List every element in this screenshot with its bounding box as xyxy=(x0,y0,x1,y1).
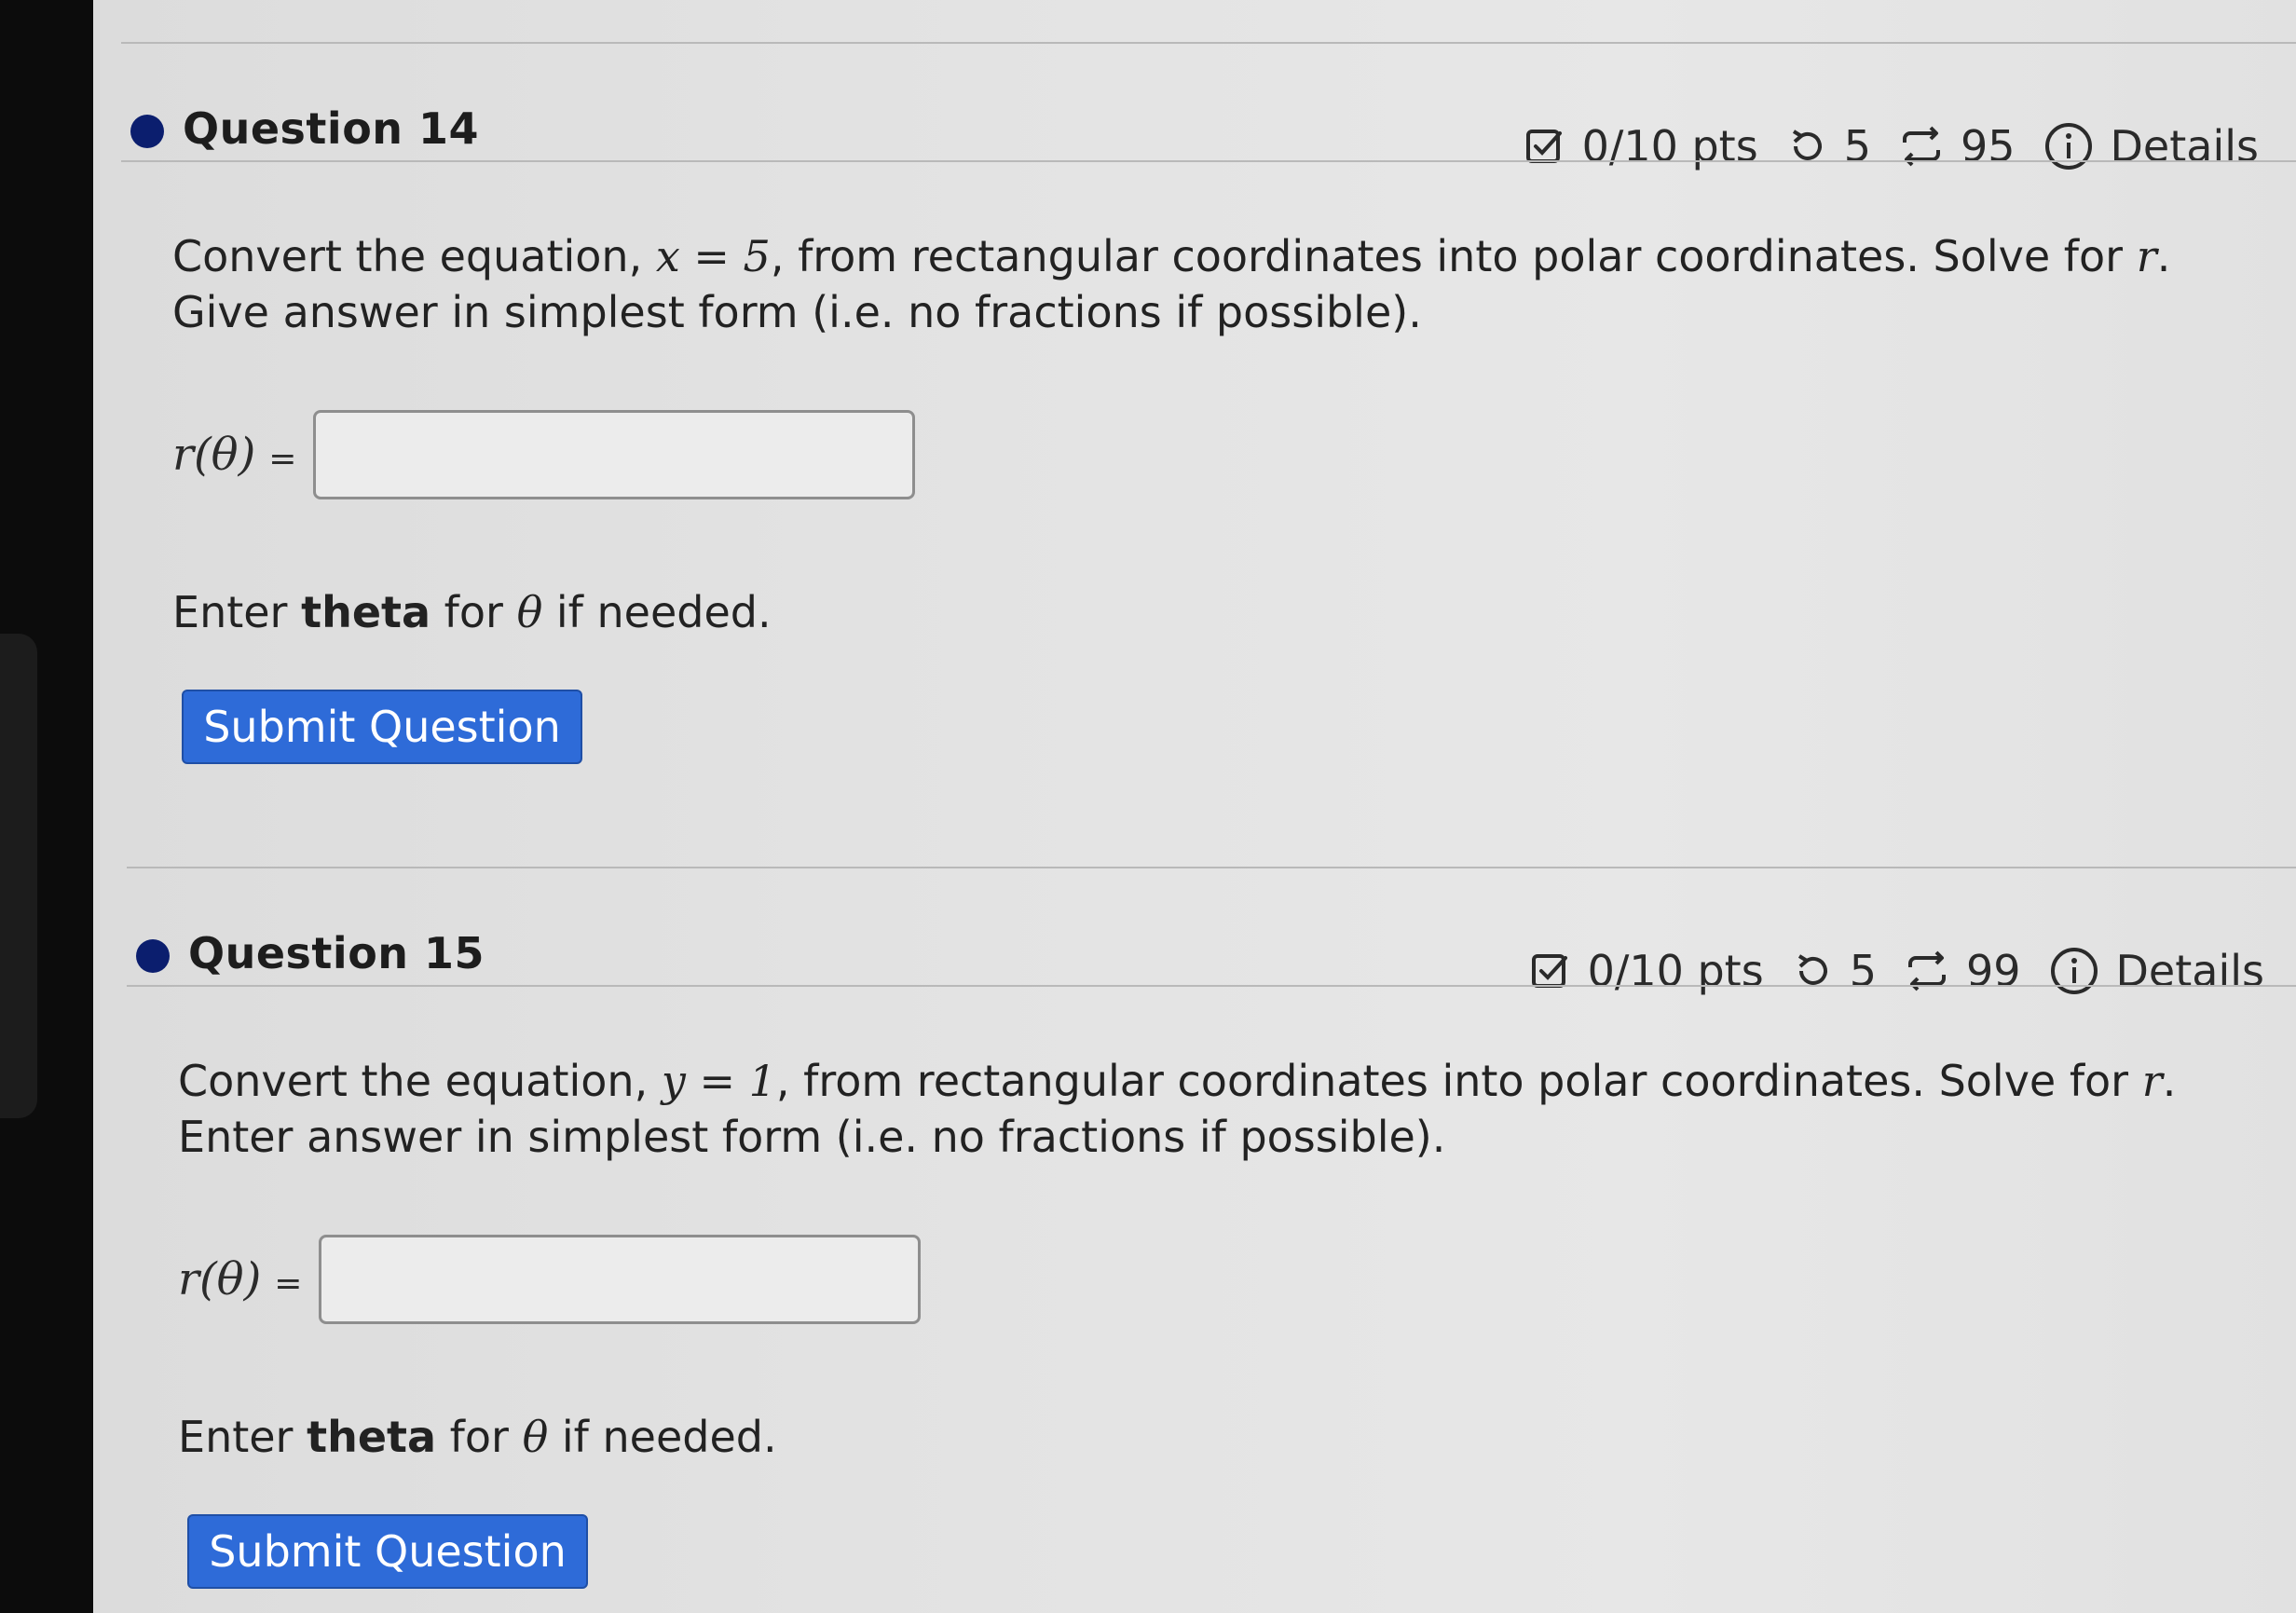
hint-keyword: theta xyxy=(307,1412,437,1462)
equation: y = 1 xyxy=(661,1056,776,1106)
question-prompt: Convert the equation, x = 5, from rectan… xyxy=(172,228,2204,340)
question-meta: 0/10 pts 5 95 Details xyxy=(1524,118,2259,174)
status-dot-icon xyxy=(130,115,164,148)
info-icon[interactable] xyxy=(2043,121,2094,171)
info-icon[interactable] xyxy=(2049,946,2099,996)
hint-text: Enter theta for θ if needed. xyxy=(178,1412,777,1462)
answer-label: r(θ) = xyxy=(172,429,296,481)
equals-sign: = xyxy=(268,440,297,478)
hint-mid: for xyxy=(430,587,517,637)
answer-input[interactable] xyxy=(319,1235,922,1324)
divider xyxy=(127,985,2296,987)
submissions-count: 99 xyxy=(1965,946,2021,996)
divider xyxy=(121,160,2296,162)
divider xyxy=(121,42,2296,44)
answer-function: r(θ) xyxy=(172,429,256,481)
prompt-text: , from rectangular coordinates into pola… xyxy=(770,231,2137,281)
question-meta: 0/10 pts 5 99 Details xyxy=(1530,943,2264,999)
answer-row: r(θ) = xyxy=(172,408,916,501)
question-title: Question 15 xyxy=(188,928,485,978)
points-value: 0/10 pts xyxy=(1581,121,1758,171)
hint-suffix: if needed. xyxy=(548,1412,777,1462)
screen-bezel xyxy=(0,634,37,1118)
details-link[interactable]: Details xyxy=(2116,946,2264,996)
assignment-page: Question 14 0/10 pts 5 95 Details Conver… xyxy=(93,0,2296,1613)
submit-question-button[interactable]: Submit Question xyxy=(182,690,582,764)
divider xyxy=(127,867,2296,868)
question-prompt: Convert the equation, y = 1, from rectan… xyxy=(178,1053,2209,1165)
hint-suffix: if needed. xyxy=(542,587,772,637)
question-header: Question 14 0/10 pts 5 95 Details xyxy=(121,70,2296,171)
retries-count: 5 xyxy=(1843,121,1871,171)
details-link[interactable]: Details xyxy=(2111,121,2259,171)
hint-prefix: Enter xyxy=(178,1412,308,1462)
status-dot-icon xyxy=(136,939,170,973)
theta-symbol: θ xyxy=(522,1412,549,1462)
retries-count: 5 xyxy=(1849,946,1877,996)
equation: x = 5 xyxy=(655,231,771,281)
question-header: Question 15 0/10 pts 5 99 Details xyxy=(127,895,2296,996)
variable-r: r xyxy=(2141,1056,2163,1106)
submit-question-button[interactable]: Submit Question xyxy=(187,1514,588,1589)
answer-label: r(θ) = xyxy=(178,1253,302,1305)
points-value: 0/10 pts xyxy=(1587,946,1764,996)
answer-row: r(θ) = xyxy=(178,1233,922,1326)
prompt-text: Convert the equation, xyxy=(172,231,656,281)
theta-symbol: θ xyxy=(516,587,543,637)
question-title: Question 14 xyxy=(183,103,480,154)
answer-input[interactable] xyxy=(313,410,916,499)
prompt-text: , from rectangular coordinates into pola… xyxy=(775,1056,2142,1106)
equals-sign: = xyxy=(274,1264,303,1303)
answer-function: r(θ) xyxy=(178,1253,262,1305)
variable-r: r xyxy=(2136,231,2157,281)
hint-text: Enter theta for θ if needed. xyxy=(172,587,772,637)
prompt-text: Convert the equation, xyxy=(178,1056,662,1106)
hint-keyword: theta xyxy=(301,587,431,637)
hint-prefix: Enter xyxy=(172,587,302,637)
submissions-count: 95 xyxy=(1960,121,2016,171)
hint-mid: for xyxy=(436,1412,523,1462)
